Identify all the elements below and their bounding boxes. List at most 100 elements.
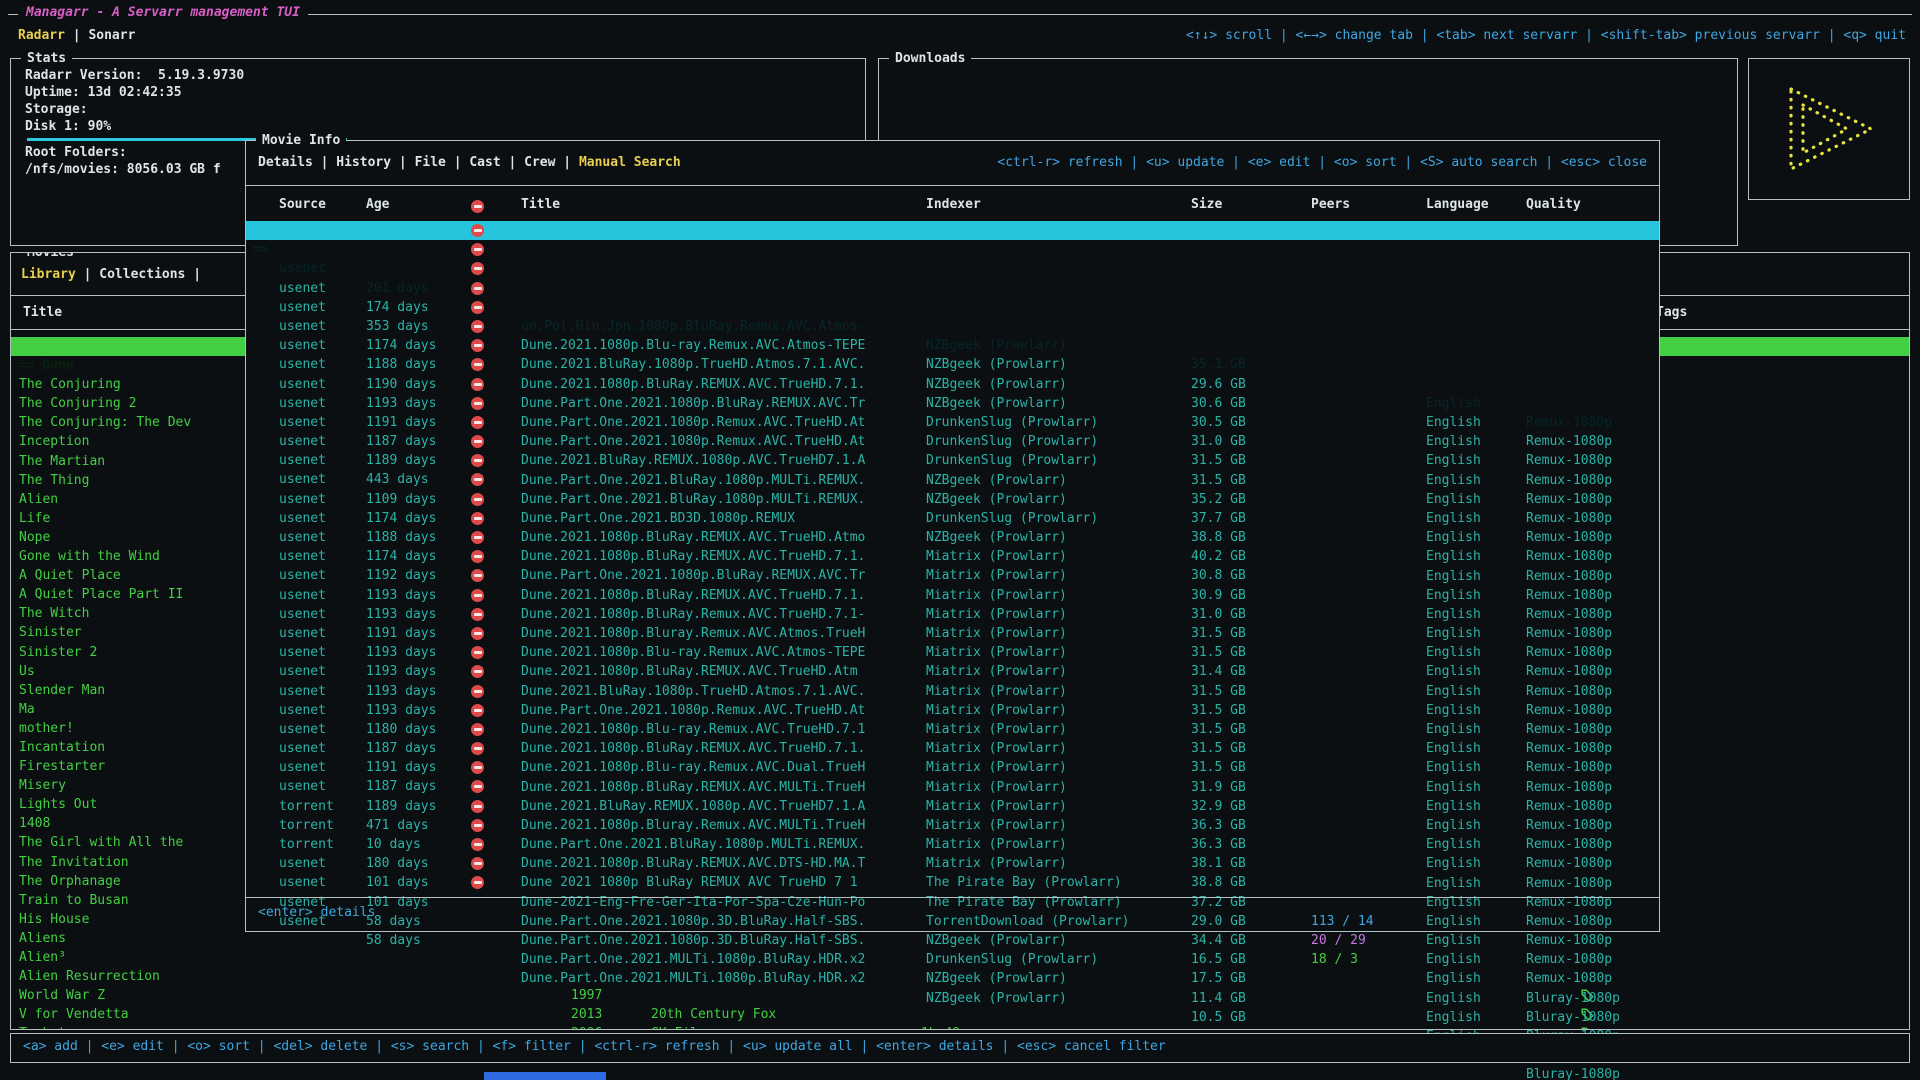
release-row[interactable]: usenet 1192 days Dune.2021.1080p.BluRay.… — [246, 509, 1659, 528]
source-column-header: Source — [279, 197, 326, 212]
release-row[interactable]: usenet 1189 days Dune.Part.One.2021.BluR… — [246, 739, 1659, 758]
release-quality: Remux-1080p — [1526, 931, 1612, 950]
release-language: English — [1426, 969, 1481, 988]
release-title: Dune.Part.One.2021.MULTi.1080p.BluRay.HD… — [521, 950, 865, 969]
disk-usage-label: Disk 1: 90% — [25, 118, 855, 135]
no-entry-icon — [471, 723, 484, 736]
release-row[interactable]: usenet 1174 days Dune.2021.1080p.BluRay.… — [246, 279, 1659, 298]
release-row[interactable]: usenet 1191 days Dune.2021.1080p.BluRay.… — [246, 566, 1659, 585]
no-entry-icon — [471, 243, 484, 256]
release-row[interactable]: usenet 1188 days Dune.Part.One.2021.1080… — [246, 298, 1659, 317]
release-row[interactable]: usenet 1193 days Dune.2021.1080p.Blu-ray… — [246, 624, 1659, 643]
release-row[interactable]: usenet 1191 days Dune.2021.BluRay.REMUX.… — [246, 355, 1659, 374]
no-entry-icon — [471, 200, 484, 213]
no-entry-icon — [471, 224, 484, 237]
release-row[interactable]: usenet 1193 days Dune.2021.1080p.Bluray.… — [246, 528, 1659, 547]
tags-column-header: Tags — [1656, 305, 1687, 320]
release-row[interactable]: torrent 10 days Dune 2021 1080p BluRay R… — [246, 777, 1659, 796]
release-quality: Bluray-1080p — [1526, 989, 1620, 1008]
no-entry-icon — [471, 282, 484, 295]
release-language: English — [1426, 989, 1481, 1008]
release-row[interactable]: usenet 1191 days Dune.2021.BluRay.REMUX.… — [246, 701, 1659, 720]
no-entry-icon — [471, 665, 484, 678]
tab-radarr[interactable]: Radarr — [18, 28, 65, 43]
tab-history[interactable]: History — [336, 155, 391, 170]
release-row[interactable]: usenet 1193 days Dune.Part.One.2021.1080… — [246, 336, 1659, 355]
tab-separator: | — [313, 155, 336, 170]
tab-separator: | — [446, 155, 469, 170]
release-language: English — [1426, 912, 1481, 931]
no-entry-icon — [471, 493, 484, 506]
release-row[interactable]: usenet 174 days Dune.2021.1080p.Blu-ray.… — [246, 240, 1659, 259]
tab-details[interactable]: Details — [258, 155, 313, 170]
no-entry-icon — [471, 857, 484, 870]
no-entry-icon — [471, 550, 484, 563]
release-size: 34.4 GB — [1191, 931, 1246, 950]
tab-sonarr[interactable]: Sonarr — [88, 28, 135, 43]
no-entry-icon — [471, 742, 484, 755]
no-entry-icon — [471, 589, 484, 602]
release-row[interactable]: usenet 58 days Dune.Part.One.2021.MULTi.… — [246, 854, 1659, 873]
release-quality: Remux-1080p — [1526, 969, 1612, 988]
release-row[interactable]: usenet 1188 days Dune.Part.One.2021.1080… — [246, 470, 1659, 489]
no-entry-icon — [471, 608, 484, 621]
quality-column-header: Quality — [1526, 197, 1581, 212]
release-size: 29.0 GB — [1191, 912, 1246, 931]
tab-library[interactable]: Library — [21, 267, 76, 282]
release-row[interactable]: usenet 1187 days Dune.2021.1080p.Bluray.… — [246, 720, 1659, 739]
release-row[interactable]: usenet 353 days Dune.2021.BluRay.1080p.T… — [246, 259, 1659, 278]
release-row[interactable]: usenet 58 days Dune.Part.One.2021.MULTi.… — [246, 873, 1659, 892]
servarr-tab-bar: Radarr | Sonarr — [18, 28, 135, 43]
release-title-column-header: Title — [521, 197, 560, 212]
tab-separator: | — [555, 155, 578, 170]
release-row[interactable]: usenet 1193 days Dune.2021.1080p.BluRay.… — [246, 643, 1659, 662]
release-peers: 20 / 29 — [1311, 931, 1366, 950]
storage-label: Storage: — [25, 101, 855, 118]
modal-tabs-divider — [246, 185, 1659, 186]
release-row[interactable]: usenet 1193 days Dune.Part.One.2021.1080… — [246, 605, 1659, 624]
release-row[interactable]: usenet 1193 days Dune.2021.BluRay.1080p.… — [246, 586, 1659, 605]
logo-panel — [1748, 58, 1910, 200]
managarr-terminal: Managarr - A Servarr management TUI Rada… — [0, 0, 1920, 1080]
no-entry-icon — [471, 397, 484, 410]
release-size: 16.5 GB — [1191, 950, 1246, 969]
tab-crew[interactable]: Crew — [524, 155, 555, 170]
release-size: 10.5 GB — [1191, 1008, 1246, 1027]
release-row[interactable]: usenet 1180 days Dune.2021.1080p.Blu-ray… — [246, 662, 1659, 681]
peers-column-header: Peers — [1311, 197, 1350, 212]
release-indexer: NZBgeek (Prowlarr) — [926, 989, 1067, 1008]
no-entry-icon — [471, 800, 484, 813]
release-row[interactable]: usenet 1187 days Dune.2021.1080p.BluRay.… — [246, 682, 1659, 701]
age-column-header: Age — [366, 197, 389, 212]
release-row[interactable]: usenet 1174 days Dune.2021.1080p.BluRay.… — [246, 490, 1659, 509]
tab-collections[interactable]: Collections — [99, 267, 185, 282]
release-title: Dune.Part.One.2021.MULTi.1080p.BluRay.HD… — [521, 969, 865, 988]
release-row[interactable]: => usenet 201 days un.Pol.Hin.Jpn.1080p.… — [246, 221, 1659, 240]
release-row[interactable]: usenet 1174 days Dune.2021.1080p.BluRay.… — [246, 451, 1659, 470]
release-indexer: NZBgeek (Prowlarr) — [926, 969, 1067, 988]
release-row[interactable]: usenet 101 days Dune.Part.One.2021.1080p… — [246, 835, 1659, 854]
no-entry-icon — [471, 320, 484, 333]
no-entry-icon — [471, 876, 484, 889]
release-size: 17.5 GB — [1191, 969, 1246, 988]
release-row[interactable]: usenet 101 days Dune.Part.One.2021.1080p… — [246, 816, 1659, 835]
release-indexer: DrunkenSlug (Prowlarr) — [926, 950, 1098, 969]
no-entry-icon — [471, 512, 484, 525]
no-entry-icon — [471, 819, 484, 832]
release-row[interactable]: torrent 471 days Dune.2021.1080p.BluRay.… — [246, 758, 1659, 777]
release-peers: 18 / 3 — [1311, 950, 1358, 969]
release-row[interactable]: usenet 1109 days Dune.2021.1080p.BluRay.… — [246, 432, 1659, 451]
release-row[interactable]: usenet 1190 days Dune.Part.One.2021.1080… — [246, 317, 1659, 336]
release-row[interactable]: torrent 180 days Dune-2021-Eng-Fre-Ger-I… — [246, 797, 1659, 816]
release-row[interactable]: usenet 443 days Dune.Part.One.2021.BD3D.… — [246, 413, 1659, 432]
movies-tab-bar: Library | Collections | — [21, 267, 201, 282]
tab-cast[interactable]: Cast — [469, 155, 500, 170]
tab-file[interactable]: File — [415, 155, 446, 170]
no-entry-icon — [471, 435, 484, 448]
release-row[interactable]: usenet 1187 days Dune.Part.One.2021.BluR… — [246, 375, 1659, 394]
release-row[interactable]: usenet 1193 days Dune.2021.1080p.Blu-ray… — [246, 547, 1659, 566]
release-quality: Remux-1080p — [1526, 893, 1612, 912]
release-row[interactable]: usenet 1189 days Dune.Part.One.2021.BluR… — [246, 394, 1659, 413]
tab-manual-search[interactable]: Manual Search — [579, 155, 681, 170]
release-quality: Bluray-1080p — [1526, 1008, 1620, 1027]
